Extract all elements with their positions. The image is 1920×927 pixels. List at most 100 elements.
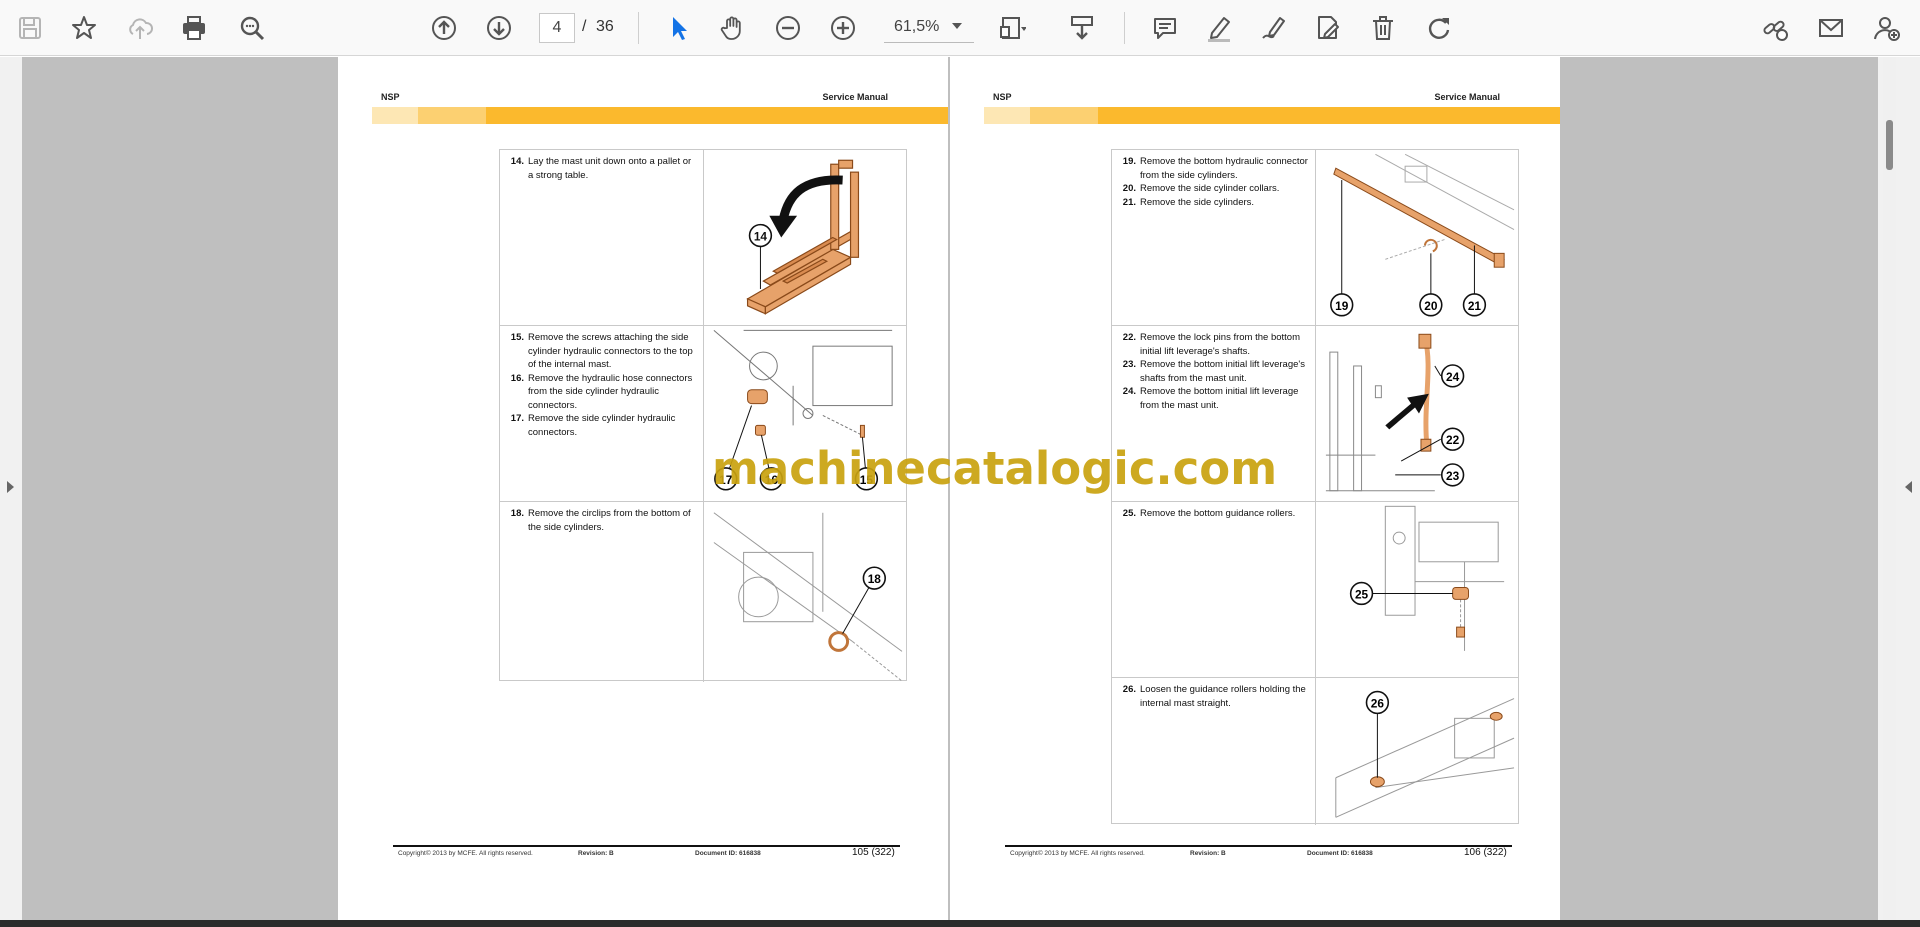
share-link-icon[interactable] xyxy=(1757,10,1793,46)
callout-label: 18 xyxy=(868,572,882,586)
step-item: 16. Remove the hydraulic hose connectors … xyxy=(506,372,697,413)
print-icon[interactable] xyxy=(176,10,212,46)
step-number: 22. xyxy=(1122,332,1136,343)
step-illustration: 25 xyxy=(1316,502,1518,677)
highlight-pen-icon[interactable] xyxy=(1201,10,1237,46)
step-number: 16. xyxy=(510,372,524,384)
step-text-cell: 18. Remove the circlips from the bottom o… xyxy=(500,502,704,682)
step-number: 20. xyxy=(1122,183,1136,194)
step-text: Remove the side cylinders. xyxy=(1140,196,1255,208)
callout-label: 22 xyxy=(1446,433,1460,447)
step-text: Remove the bottom hydraulic connector fr… xyxy=(1140,156,1308,181)
vertical-scrollbar[interactable] xyxy=(1883,57,1896,920)
step-number: 18. xyxy=(510,508,524,519)
scrollbar-thumb[interactable] xyxy=(1886,120,1893,170)
footer-document-id: Document ID: 616838 xyxy=(695,850,761,857)
step-illustration: 26 xyxy=(1316,678,1518,825)
step-item: 18. Remove the circlips from the bottom o… xyxy=(506,507,697,534)
steps-table: 14. Lay the mast unit down onto a pallet … xyxy=(499,149,907,682)
header-color-band xyxy=(372,107,948,124)
step-item: 20. Remove the side cylinder collars. xyxy=(1118,182,1309,196)
fit-page-icon[interactable] xyxy=(994,10,1030,46)
save-icon[interactable] xyxy=(12,10,48,46)
step-item: 14. Lay the mast unit down onto a pallet … xyxy=(506,155,697,182)
step-text: Remove the screws attaching the side cyl… xyxy=(528,332,693,370)
footer-rule xyxy=(1005,845,1512,847)
step-item: 21. Remove the side cylinders. xyxy=(1118,196,1309,210)
table-row: 18. Remove the circlips from the bottom o… xyxy=(500,502,906,682)
step-text: Lay the mast unit down onto a pallet or … xyxy=(528,156,692,181)
scroll-mode-icon[interactable] xyxy=(1064,10,1100,46)
star-icon[interactable] xyxy=(66,10,102,46)
email-icon[interactable] xyxy=(1813,10,1849,46)
step-text: Remove the bottom guidance rollers. xyxy=(1140,508,1296,519)
step-text: Remove the side cylinder collars. xyxy=(1140,183,1280,194)
cloud-upload-icon[interactable] xyxy=(122,10,158,46)
step-number: 17. xyxy=(510,413,524,424)
page-header-right: Service Manual xyxy=(1434,92,1500,102)
select-arrow-icon[interactable] xyxy=(661,10,697,46)
step-text-cell: 26. Loosen the guidance rollers holding t… xyxy=(1112,678,1316,825)
step-text-cell: 14. Lay the mast unit down onto a pallet … xyxy=(500,150,704,325)
comment-icon[interactable] xyxy=(1147,10,1183,46)
callout-label: 25 xyxy=(1355,587,1369,601)
step-number: 15. xyxy=(510,332,524,343)
table-row: 14. Lay the mast unit down onto a pallet … xyxy=(500,150,906,326)
expand-right-panel-icon[interactable] xyxy=(1905,481,1912,493)
step-number: 23. xyxy=(1122,359,1136,370)
toolbar-divider xyxy=(638,12,639,44)
step-text-cell: 19. Remove the bottom hydraulic connector… xyxy=(1112,150,1316,325)
delete-icon[interactable] xyxy=(1365,10,1401,46)
callout-label: 26 xyxy=(1371,696,1385,710)
callout-label: 19 xyxy=(1335,299,1349,313)
watermark-text: machinecatalogic.com xyxy=(712,442,1278,495)
expand-left-panel-icon[interactable] xyxy=(7,481,14,493)
fill-sign-icon[interactable] xyxy=(1310,10,1346,46)
step-text-cell: 25. Remove the bottom guidance rollers. xyxy=(1112,502,1316,677)
footer-copyright: Copyright© 2013 by MCFE. All rights rese… xyxy=(398,850,533,857)
step-number: 24. xyxy=(1122,386,1136,397)
page-up-icon[interactable] xyxy=(426,10,462,46)
page-separator: / xyxy=(582,18,587,35)
callout-label: 24 xyxy=(1446,370,1460,384)
page-header-left: NSP xyxy=(381,92,400,102)
footer-document-id: Document ID: 616838 xyxy=(1307,850,1373,857)
footer-rule xyxy=(393,845,900,847)
page-down-icon[interactable] xyxy=(481,10,517,46)
zoom-search-icon[interactable] xyxy=(234,10,270,46)
draw-icon[interactable] xyxy=(1256,10,1292,46)
add-user-icon[interactable] xyxy=(1869,10,1905,46)
step-item: 25. Remove the bottom guidance rollers. xyxy=(1118,507,1309,521)
chevron-down-icon[interactable] xyxy=(952,23,962,29)
table-row: 26. Loosen the guidance rollers holding t… xyxy=(1112,678,1518,825)
step-text: Remove the side cylinder hydraulic conne… xyxy=(528,413,676,438)
step-item: 17. Remove the side cylinder hydraulic co… xyxy=(506,412,697,439)
footer-page-number: 106 (322) xyxy=(1464,847,1507,858)
step-number: 19. xyxy=(1122,156,1136,167)
step-illustration: 14 xyxy=(704,150,906,325)
page-number-input[interactable]: 4 xyxy=(539,13,575,43)
toolbar: 4 / 36 61,5% xyxy=(0,0,1920,56)
zoom-out-icon[interactable] xyxy=(770,10,806,46)
page-total: 36 xyxy=(596,18,614,35)
toolbar-divider xyxy=(1124,12,1125,44)
step-text: Remove the lock pins from the bottom ini… xyxy=(1140,332,1300,357)
table-row: 19. Remove the bottom hydraulic connector… xyxy=(1112,150,1518,326)
zoom-in-icon[interactable] xyxy=(825,10,861,46)
rotate-icon[interactable] xyxy=(1421,10,1457,46)
step-text-cell: 15. Remove the screws attaching the side … xyxy=(500,326,704,501)
step-illustration: 24 22 23 xyxy=(1316,326,1518,501)
footer-revision: Revision: B xyxy=(578,850,614,857)
step-number: 26. xyxy=(1122,684,1136,695)
callout-label: 20 xyxy=(1424,299,1438,313)
taskbar-strip xyxy=(0,920,1920,927)
step-illustration: 19 20 21 xyxy=(1316,150,1518,325)
footer-copyright: Copyright© 2013 by MCFE. All rights rese… xyxy=(1010,850,1145,857)
step-item: 26. Loosen the guidance rollers holding t… xyxy=(1118,683,1309,710)
step-item: 23. Remove the bottom initial lift levera… xyxy=(1118,358,1309,385)
table-row: 25. Remove the bottom guidance rollers. xyxy=(1112,502,1518,678)
callout-label: 23 xyxy=(1446,469,1460,483)
page-header-left: NSP xyxy=(993,92,1012,102)
hand-icon[interactable] xyxy=(715,10,751,46)
step-illustration: 18 xyxy=(704,502,906,682)
